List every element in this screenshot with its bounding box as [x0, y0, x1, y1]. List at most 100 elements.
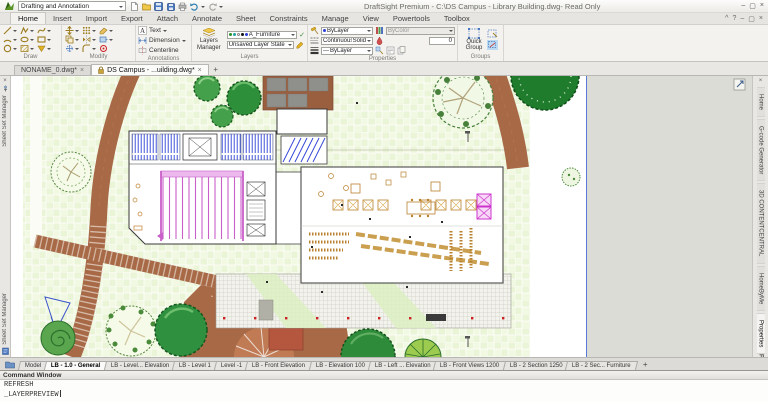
- command-window[interactable]: Command Window REFRESH _LAYERPREVIEW: [0, 370, 768, 402]
- sheet-tab-general[interactable]: LB - 1.0 - General: [44, 361, 108, 370]
- sheet-tab-front-views[interactable]: LB - Front Views 1200: [433, 361, 507, 370]
- sheet-tab-level1[interactable]: LB - Level 1: [172, 361, 218, 370]
- erase-tool[interactable]: [98, 26, 114, 35]
- sheet-list-button[interactable]: [3, 359, 16, 370]
- tab-annotate[interactable]: Annotate: [185, 13, 229, 24]
- tab-powertools[interactable]: Powertools: [386, 13, 437, 24]
- doc-tab-campus[interactable]: DS Campus - ...uilding.dwg* ×: [91, 64, 209, 75]
- transparency-value-field[interactable]: 0: [429, 37, 455, 45]
- panel-tab-home[interactable]: Home: [757, 87, 765, 117]
- close-icon[interactable]: ×: [80, 67, 84, 74]
- tab-export[interactable]: Export: [114, 13, 150, 24]
- panel-tab-gcode[interactable]: G-code Generator: [757, 119, 765, 181]
- panel-tab-homebyme[interactable]: HomeByMe: [757, 266, 765, 311]
- panel-close-icon[interactable]: ×: [3, 78, 7, 85]
- command-window-title[interactable]: Command Window: [0, 371, 768, 380]
- pattern-tool[interactable]: [81, 26, 97, 35]
- redo-history-chevron-icon[interactable]: [219, 6, 223, 10]
- arc-tool[interactable]: [2, 35, 18, 44]
- tab-constraints[interactable]: Constraints: [263, 13, 315, 24]
- redo-button[interactable]: [207, 1, 217, 11]
- quick-group-button[interactable]: Quick Group: [463, 26, 486, 53]
- layer-state-dropdown[interactable]: Unsaved Layer State: [227, 41, 294, 49]
- properties-panel-icon[interactable]: [386, 46, 395, 55]
- spline-tool[interactable]: [36, 26, 52, 35]
- move-tool[interactable]: [64, 26, 80, 35]
- mirror-tool[interactable]: [81, 35, 97, 44]
- match-properties-icon[interactable]: [375, 46, 384, 55]
- dimension-tool[interactable]: Dimension: [138, 36, 189, 45]
- maximize-button[interactable]: ▢: [749, 2, 756, 10]
- app-minimize-button[interactable]: –: [740, 15, 744, 23]
- sheet-tab-section-1250[interactable]: LB - 2 Section 1250: [502, 361, 569, 370]
- sheet-tab-level-elevation[interactable]: LB - Level... Elevation: [104, 361, 177, 370]
- sheet-tab-left-elevation[interactable]: LB - Left ... Elevation: [367, 361, 437, 370]
- app-restore-button[interactable]: ▢: [748, 15, 755, 23]
- layer-edit-icon[interactable]: [296, 40, 305, 49]
- tab-import[interactable]: Import: [79, 13, 114, 24]
- open-file-button[interactable]: [141, 1, 151, 11]
- line-color-dropdown[interactable]: ByLayer: [321, 27, 373, 35]
- ribbon-collapse-button[interactable]: ^: [725, 15, 728, 23]
- undo-button[interactable]: [189, 1, 199, 11]
- wipeout-tool[interactable]: [36, 44, 52, 53]
- tab-view[interactable]: View: [356, 13, 386, 24]
- ellipse-tool[interactable]: [19, 35, 35, 44]
- pin-icon[interactable]: [2, 85, 9, 92]
- left-panel-bottom-tab[interactable]: Sheet Set Manager: [2, 293, 8, 345]
- workspace-selector[interactable]: Drafting and Annotation: [18, 1, 126, 11]
- print-button[interactable]: [177, 1, 187, 11]
- tab-sheet[interactable]: Sheet: [229, 13, 263, 24]
- panel-close-icon[interactable]: ×: [759, 78, 763, 85]
- transparency-icon[interactable]: [375, 36, 384, 45]
- command-prompt[interactable]: _LAYERPREVIEW: [4, 390, 764, 400]
- layers-manager-button[interactable]: Layers Manager: [194, 26, 224, 53]
- centerline-tool[interactable]: Centerline: [138, 46, 189, 55]
- flashlight-icon[interactable]: [310, 26, 319, 35]
- save-all-button[interactable]: [165, 1, 175, 11]
- minimize-button[interactable]: –: [741, 2, 745, 10]
- tab-manage[interactable]: Manage: [315, 13, 356, 24]
- drawing-canvas[interactable]: [11, 76, 752, 357]
- undo-history-chevron-icon[interactable]: [201, 6, 205, 10]
- text-tool[interactable]: AText: [138, 26, 189, 35]
- stretch-tool[interactable]: [98, 35, 114, 44]
- close-button[interactable]: ×: [760, 2, 764, 10]
- doc-tab-noname[interactable]: NONAME_0.dwg* ×: [14, 65, 91, 75]
- new-file-button[interactable]: [129, 1, 139, 11]
- panel-tab-properties[interactable]: Properties: [757, 313, 765, 354]
- viewport-restore-icon[interactable]: [734, 79, 745, 90]
- help-button[interactable]: ?: [732, 15, 736, 23]
- center-mark-tool[interactable]: [64, 44, 80, 53]
- rectangle-tool[interactable]: [36, 35, 52, 44]
- sheet-tab-furniture[interactable]: LB - 2 Sec... Furniture: [565, 361, 638, 370]
- circle-tool[interactable]: [2, 44, 18, 53]
- save-button[interactable]: [153, 1, 163, 11]
- tab-insert[interactable]: Insert: [46, 13, 79, 24]
- polyline-tool[interactable]: [19, 26, 35, 35]
- fillet-tool[interactable]: [81, 44, 97, 53]
- close-icon[interactable]: ×: [198, 67, 202, 74]
- lineweight-dropdown[interactable]: —ByLayer: [321, 47, 373, 55]
- group-edit-icon[interactable]: [487, 29, 498, 39]
- sheet-tab-front-elevation[interactable]: LB - Front Elevation: [245, 361, 312, 370]
- tab-home[interactable]: Home: [10, 12, 46, 24]
- sheet-tab-elevation-100[interactable]: LB - Elevation 100: [308, 361, 371, 370]
- library-elevators: [477, 194, 491, 219]
- tab-attach[interactable]: Attach: [150, 13, 185, 24]
- line-tool[interactable]: [2, 26, 18, 35]
- copy-tool[interactable]: [64, 35, 80, 44]
- panel-tab-3dcontentcentral[interactable]: 3D CONTENTCENTRAL: [757, 183, 765, 263]
- entity-snap-target[interactable]: [98, 44, 114, 53]
- app-close-button[interactable]: ×: [759, 15, 763, 23]
- copy-properties-icon[interactable]: [397, 46, 406, 55]
- new-doc-tab-button[interactable]: +: [209, 64, 223, 75]
- command-history[interactable]: REFRESH _LAYERPREVIEW: [0, 380, 768, 402]
- tab-toolbox[interactable]: Toolbox: [437, 13, 477, 24]
- chevron-down-icon: [13, 48, 17, 52]
- active-layer-dropdown[interactable]: A_Furniture: [227, 31, 297, 39]
- hatch-tool[interactable]: [19, 44, 35, 53]
- linestyle-dropdown[interactable]: ContinuousSolid: [321, 37, 373, 45]
- layer-ok-button[interactable]: ✓: [299, 31, 305, 39]
- ungroup-icon[interactable]: [487, 40, 498, 50]
